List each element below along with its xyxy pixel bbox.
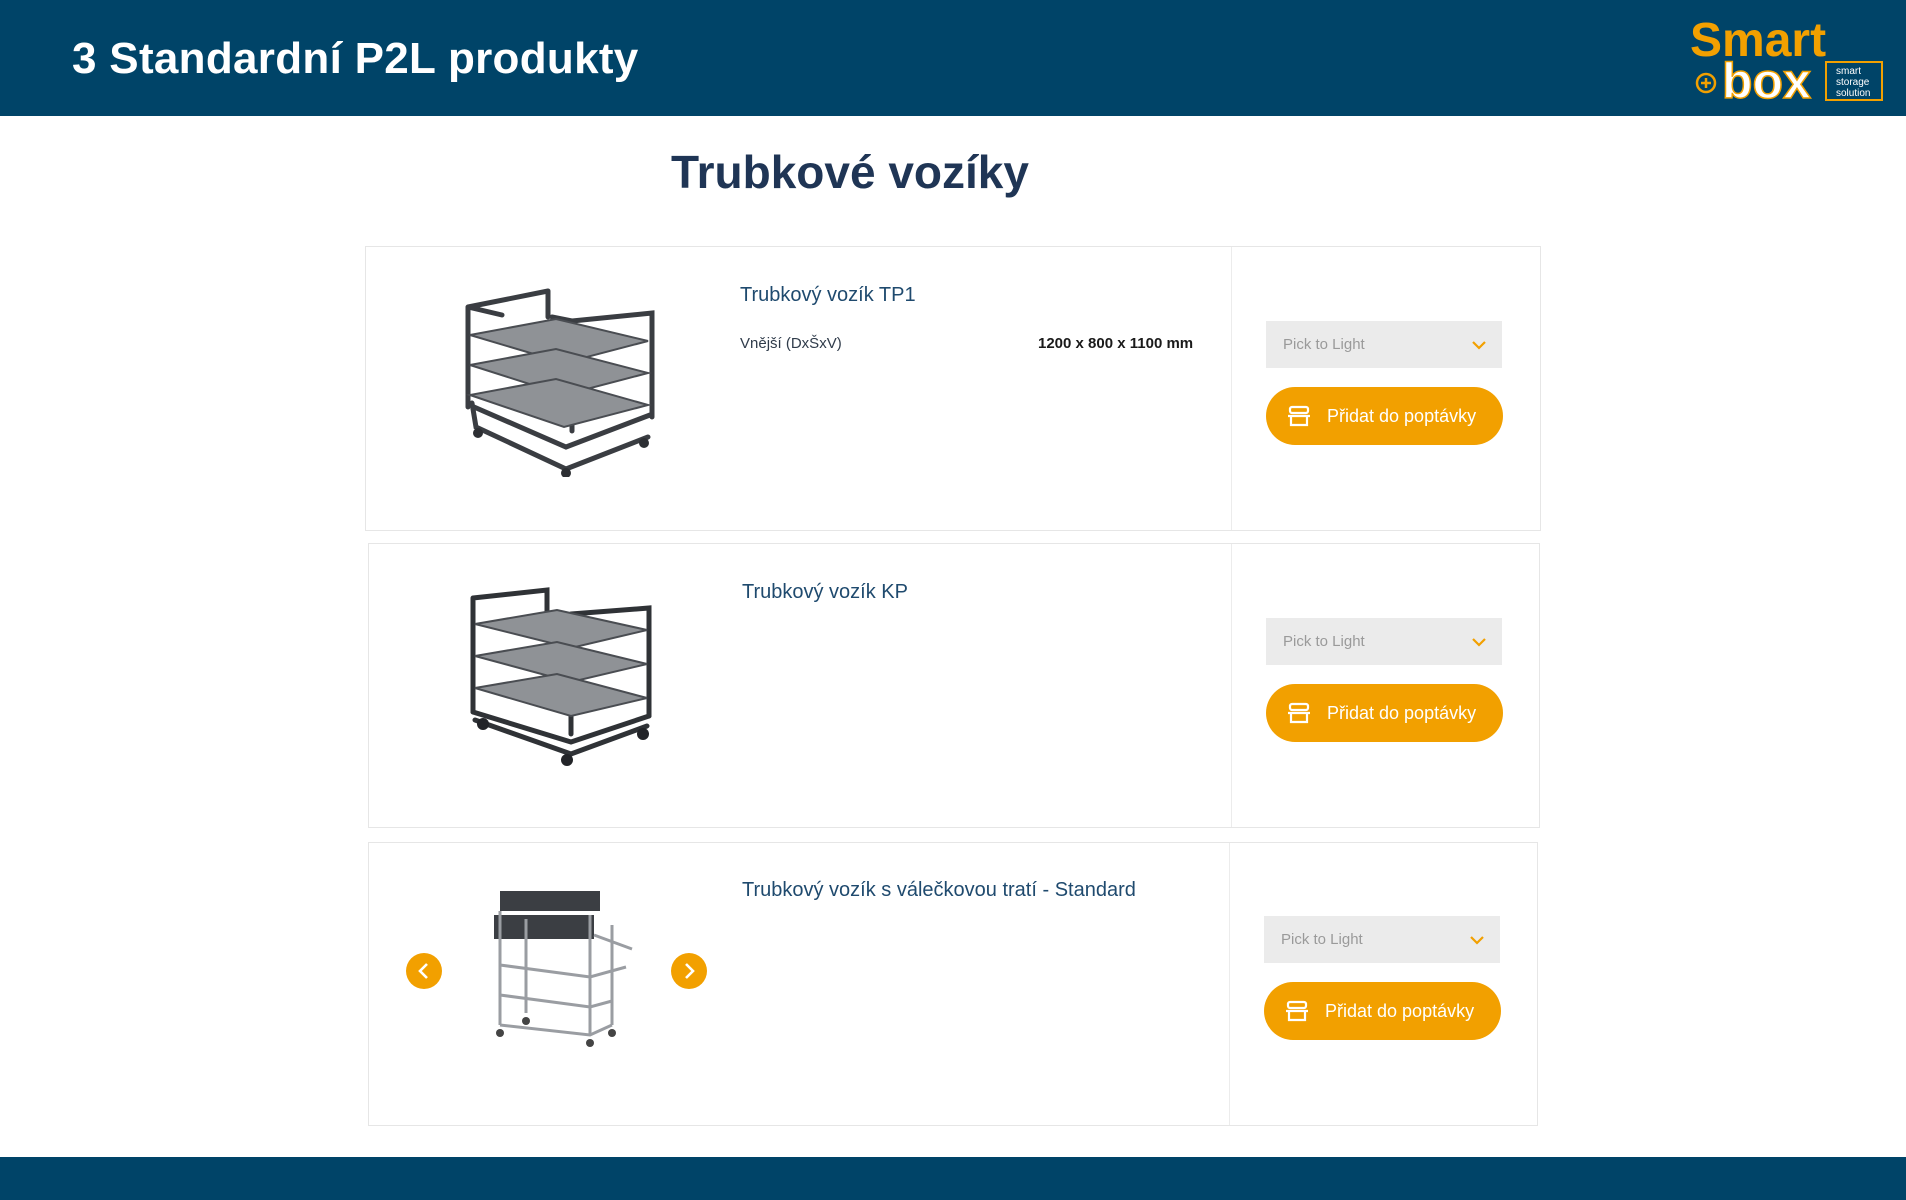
chevron-down-icon — [1472, 638, 1486, 647]
logo-tagline-1: smart — [1836, 66, 1861, 77]
add-to-inquiry-button[interactable]: Přidat do poptávky — [1266, 684, 1503, 742]
variant-select[interactable]: Pick to Light — [1266, 618, 1502, 665]
select-value: Pick to Light — [1281, 931, 1363, 948]
button-label: Přidat do poptávky — [1325, 1001, 1475, 1021]
product-card-roller-standard: Trubkový vozík s válečkovou tratí - Stan… — [368, 842, 1538, 1126]
logo-tagline-2: storage — [1836, 77, 1870, 88]
footer-bar — [0, 1157, 1906, 1200]
cart-icon — [1288, 405, 1310, 427]
select-value: Pick to Light — [1283, 633, 1365, 650]
product-name[interactable]: Trubkový vozík TP1 — [740, 284, 916, 307]
cart-icon — [1286, 1000, 1308, 1022]
product-card-kp: Trubkový vozík KP Pick to Light Přidat d… — [368, 543, 1540, 828]
spec-label: Vnější (DxŠxV) — [740, 335, 842, 352]
logo-tagline-3: solution — [1836, 88, 1870, 99]
select-value: Pick to Light — [1283, 336, 1365, 353]
logo-word-2: box — [1722, 53, 1811, 106]
carousel-next-button[interactable] — [671, 953, 707, 989]
carousel-prev-button[interactable] — [406, 953, 442, 989]
section-title: Trubkové vozíky — [671, 146, 1029, 198]
add-to-inquiry-button[interactable]: Přidat do poptávky — [1264, 982, 1501, 1040]
product-name[interactable]: Trubkový vozík KP — [742, 581, 908, 604]
card-divider — [1231, 247, 1232, 530]
card-divider — [1231, 544, 1232, 827]
product-card-tp1: Trubkový vozík TP1 Vnější (DxŠxV) 1200 x… — [365, 246, 1541, 531]
arrow-right-icon — [685, 963, 695, 979]
add-to-inquiry-button[interactable]: Přidat do poptávky — [1266, 387, 1503, 445]
variant-select[interactable]: Pick to Light — [1264, 916, 1500, 963]
spec-value: 1200 x 800 x 1100 mm — [1038, 335, 1194, 352]
header-bar: 3 Standardní P2L produkty Smart box smar… — [0, 0, 1906, 116]
card-divider — [1229, 843, 1230, 1125]
product-image-kp[interactable] — [467, 584, 657, 774]
smartbox-logo: Smart box smart storage solution — [1690, 14, 1883, 106]
variant-select[interactable]: Pick to Light — [1266, 321, 1502, 368]
chevron-down-icon — [1470, 936, 1484, 945]
cart-icon — [1288, 702, 1310, 724]
button-label: Přidat do poptávky — [1327, 703, 1477, 723]
arrow-left-icon — [418, 963, 428, 979]
product-name[interactable]: Trubkový vozík s válečkovou tratí - Stan… — [742, 879, 1136, 902]
product-image-roller-standard[interactable] — [486, 885, 636, 1055]
product-image-tp1[interactable] — [456, 287, 656, 477]
button-label: Přidat do poptávky — [1327, 406, 1477, 426]
chevron-down-icon — [1472, 341, 1486, 350]
slide-title: 3 Standardní P2L produkty — [72, 34, 639, 83]
